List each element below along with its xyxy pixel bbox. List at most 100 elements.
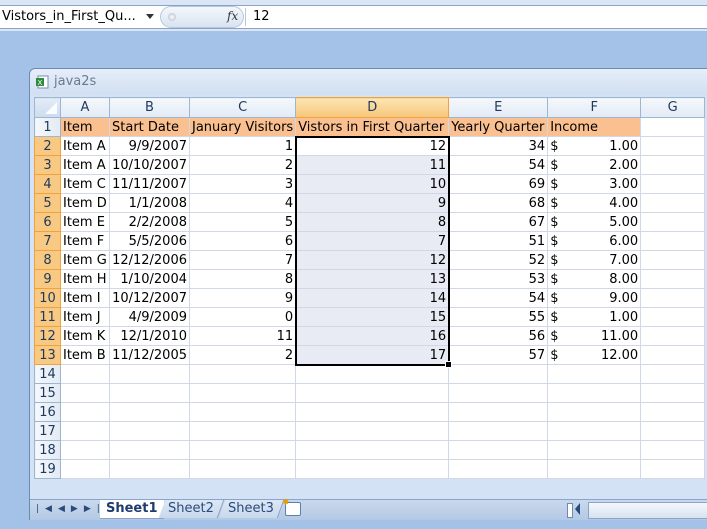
column-header-g[interactable]: G [640, 97, 706, 118]
empty-cell[interactable] [295, 383, 450, 403]
expand-handle-icon[interactable] [168, 13, 176, 21]
cell-january-visitors[interactable]: 3 [188, 174, 297, 194]
cell-income[interactable]: $2.00 [547, 155, 642, 175]
column-header-c[interactable]: C [188, 97, 297, 118]
cell-item[interactable]: Item C [60, 174, 110, 194]
cell-item[interactable]: Item D [60, 193, 110, 213]
cell-f1[interactable]: Income [547, 117, 642, 137]
cell-yearly-quarter[interactable]: 54 [448, 288, 549, 308]
cell-g[interactable] [640, 136, 706, 156]
cell-item[interactable]: Item K [60, 326, 110, 346]
insert-sheet-button[interactable]: ✸ [282, 498, 301, 516]
empty-cell[interactable] [640, 364, 706, 384]
cell-start-date[interactable]: 1/10/2004 [109, 269, 190, 289]
cell-first-quarter[interactable]: 8 [295, 212, 450, 232]
first-sheet-icon[interactable]: |◀ [36, 504, 58, 514]
empty-cell[interactable] [547, 383, 642, 403]
empty-cell[interactable] [188, 383, 297, 403]
cell-g1[interactable] [640, 117, 706, 137]
cell-income[interactable]: $3.00 [547, 174, 642, 194]
empty-cell[interactable] [640, 402, 706, 422]
cell-income[interactable]: $12.00 [547, 345, 642, 365]
cell-g[interactable] [640, 307, 706, 327]
row-header[interactable]: 5 [34, 193, 61, 213]
empty-cell[interactable] [640, 383, 706, 403]
active-cell[interactable]: 12 [295, 136, 450, 156]
cell-yearly-quarter[interactable]: 69 [448, 174, 549, 194]
cell-start-date[interactable]: 10/12/2007 [109, 288, 190, 308]
row-header[interactable]: 15 [34, 383, 61, 403]
row-header[interactable]: 7 [34, 231, 61, 251]
cell-yearly-quarter[interactable]: 55 [448, 307, 549, 327]
cell-e1[interactable]: Yearly Quarter [448, 117, 549, 137]
empty-cell[interactable] [60, 459, 110, 479]
empty-cell[interactable] [109, 402, 190, 422]
cell-d1[interactable]: Vistors in First Quarter [295, 117, 450, 137]
empty-cell[interactable] [448, 402, 549, 422]
row-header[interactable]: 11 [34, 307, 61, 327]
name-box[interactable]: Vistors_in_First_Qu... [0, 6, 162, 28]
cell-g[interactable] [640, 288, 706, 308]
cell-item[interactable]: Item F [60, 231, 110, 251]
row-header[interactable]: 16 [34, 402, 61, 422]
column-header-e[interactable]: E [448, 97, 549, 118]
cell-january-visitors[interactable]: 7 [188, 250, 297, 270]
empty-cell[interactable] [109, 383, 190, 403]
empty-cell[interactable] [188, 421, 297, 441]
cell-yearly-quarter[interactable]: 34 [448, 136, 549, 156]
row-header[interactable]: 10 [34, 288, 61, 308]
cell-january-visitors[interactable]: 6 [188, 231, 297, 251]
empty-cell[interactable] [295, 440, 450, 460]
cell-item[interactable]: Item A [60, 136, 110, 156]
name-box-dropdown-icon[interactable] [146, 14, 154, 19]
column-header-f[interactable]: F [547, 97, 642, 118]
cell-g[interactable] [640, 231, 706, 251]
cell-income[interactable]: $8.00 [547, 269, 642, 289]
cell-start-date[interactable]: 9/9/2007 [109, 136, 190, 156]
cell-january-visitors[interactable]: 8 [188, 269, 297, 289]
cell-income[interactable]: $9.00 [547, 288, 642, 308]
cell-yearly-quarter[interactable]: 53 [448, 269, 549, 289]
empty-cell[interactable] [547, 364, 642, 384]
cell-start-date[interactable]: 12/12/2006 [109, 250, 190, 270]
cell-g[interactable] [640, 326, 706, 346]
empty-cell[interactable] [640, 421, 706, 441]
cell-start-date[interactable]: 11/12/2005 [109, 345, 190, 365]
cell-start-date[interactable]: 1/1/2008 [109, 193, 190, 213]
tab-split-handle[interactable] [567, 503, 573, 518]
cell-item[interactable]: Item H [60, 269, 110, 289]
empty-cell[interactable] [448, 440, 549, 460]
cell-january-visitors[interactable]: 4 [188, 193, 297, 213]
cell-yearly-quarter[interactable]: 56 [448, 326, 549, 346]
cell-g[interactable] [640, 269, 706, 289]
row-header[interactable]: 1 [34, 117, 61, 137]
empty-cell[interactable] [188, 364, 297, 384]
cell-start-date[interactable]: 10/10/2007 [109, 155, 190, 175]
empty-cell[interactable] [295, 459, 450, 479]
cell-income[interactable]: $1.00 [547, 136, 642, 156]
cell-first-quarter[interactable]: 10 [295, 174, 450, 194]
insert-function-button[interactable]: fx [227, 9, 238, 23]
cell-january-visitors[interactable]: 0 [188, 307, 297, 327]
empty-cell[interactable] [188, 402, 297, 422]
cell-g[interactable] [640, 250, 706, 270]
sheet-nav-buttons[interactable]: |◀◀▶▶| [36, 504, 106, 514]
cell-start-date[interactable]: 2/2/2008 [109, 212, 190, 232]
empty-cell[interactable] [60, 421, 110, 441]
cell-item[interactable]: Item A [60, 155, 110, 175]
select-all-button[interactable] [34, 97, 61, 118]
row-header[interactable]: 19 [34, 459, 61, 479]
empty-cell[interactable] [547, 459, 642, 479]
cell-g[interactable] [640, 345, 706, 365]
empty-cell[interactable] [60, 364, 110, 384]
cell-first-quarter[interactable]: 12 [295, 250, 450, 270]
empty-cell[interactable] [295, 421, 450, 441]
cell-first-quarter[interactable]: 17 [295, 345, 450, 365]
cell-yearly-quarter[interactable]: 67 [448, 212, 549, 232]
cell-first-quarter[interactable]: 15 [295, 307, 450, 327]
empty-cell[interactable] [109, 364, 190, 384]
scroll-left-icon[interactable] [575, 503, 580, 515]
cell-january-visitors[interactable]: 5 [188, 212, 297, 232]
row-header[interactable]: 4 [34, 174, 61, 194]
column-header-a[interactable]: A [60, 97, 110, 118]
